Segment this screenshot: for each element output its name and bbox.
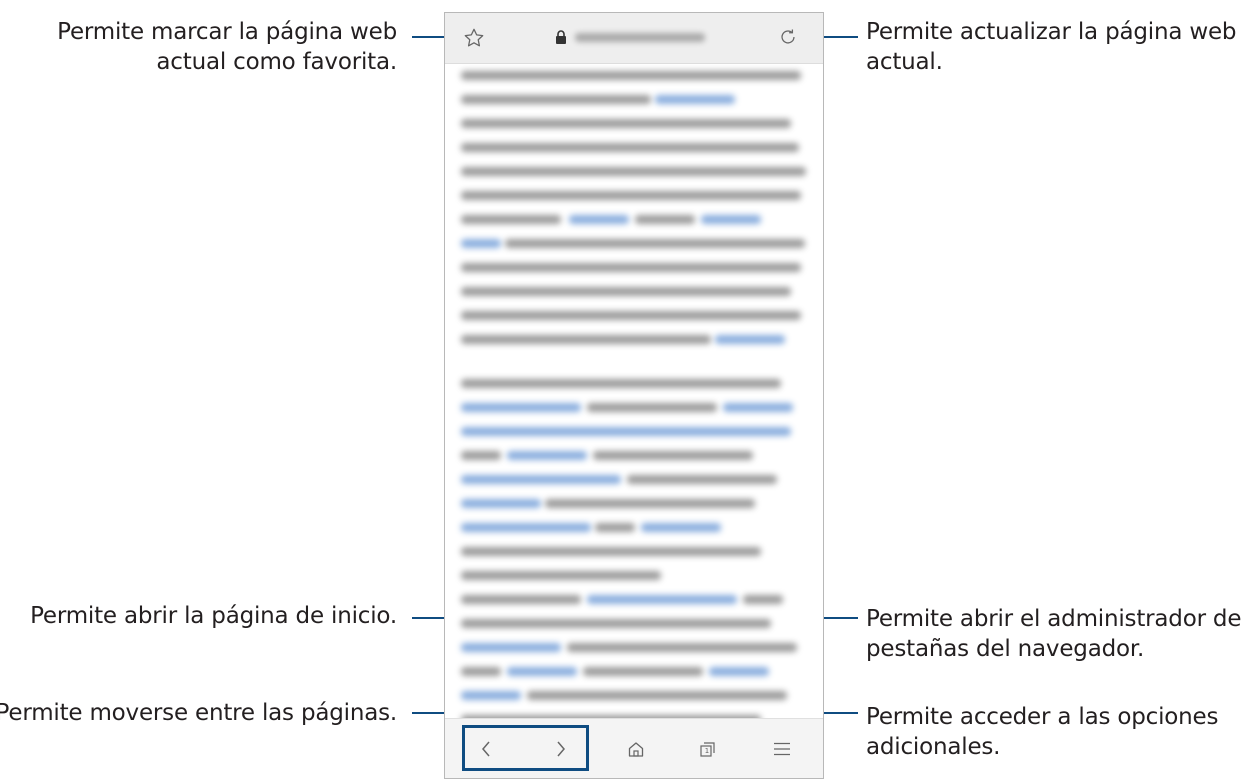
callout-tabs-line1: Permite abrir el administrador de <box>866 606 1242 632</box>
callout-options-line2: adicionales. <box>866 734 1001 760</box>
tabs-button[interactable]: 1 <box>693 719 723 778</box>
tabs-count: 1 <box>704 747 710 755</box>
chevron-left-icon <box>480 740 492 758</box>
callout-tabs-line2: pestañas del navegador. <box>866 636 1145 662</box>
tabs-icon: 1 <box>699 740 717 758</box>
blurred-web-content <box>445 63 823 718</box>
browser-screen: 1 <box>444 12 824 779</box>
home-button[interactable] <box>621 719 651 778</box>
callout-bookmark: Permite marcar la página web actual como… <box>57 17 397 77</box>
callout-bookmark-line1: Permite marcar la página web <box>57 19 397 45</box>
callout-navigate: Permite moverse entre las páginas. <box>0 698 397 728</box>
bottom-toolbar: 1 <box>445 718 823 778</box>
callout-home: Permite abrir la página de inicio. <box>30 601 397 631</box>
callout-refresh: Permite actualizar la página web actual. <box>866 17 1236 77</box>
lock-icon <box>555 30 567 44</box>
callout-bookmark-line2: actual como favorita. <box>156 49 397 75</box>
callout-tabs: Permite abrir el administrador de pestañ… <box>866 604 1241 664</box>
callout-options: Permite acceder a las opciones adicional… <box>866 702 1218 762</box>
callout-home-text: Permite abrir la página de inicio. <box>30 603 397 629</box>
url-field[interactable] <box>575 33 705 42</box>
callout-refresh-line1: Permite actualizar la página web <box>866 19 1237 45</box>
address-bar <box>445 13 823 64</box>
refresh-icon[interactable] <box>777 26 799 48</box>
menu-button[interactable] <box>767 719 797 778</box>
back-button[interactable] <box>471 719 501 778</box>
forward-button[interactable] <box>546 719 576 778</box>
callout-options-line1: Permite acceder a las opciones <box>866 704 1219 730</box>
star-outline-icon[interactable] <box>463 27 485 49</box>
menu-icon <box>773 742 791 756</box>
callout-refresh-line2: actual. <box>866 49 943 75</box>
chevron-right-icon <box>555 740 567 758</box>
callout-navigate-text: Permite moverse entre las páginas. <box>0 700 397 726</box>
home-icon <box>627 740 645 758</box>
